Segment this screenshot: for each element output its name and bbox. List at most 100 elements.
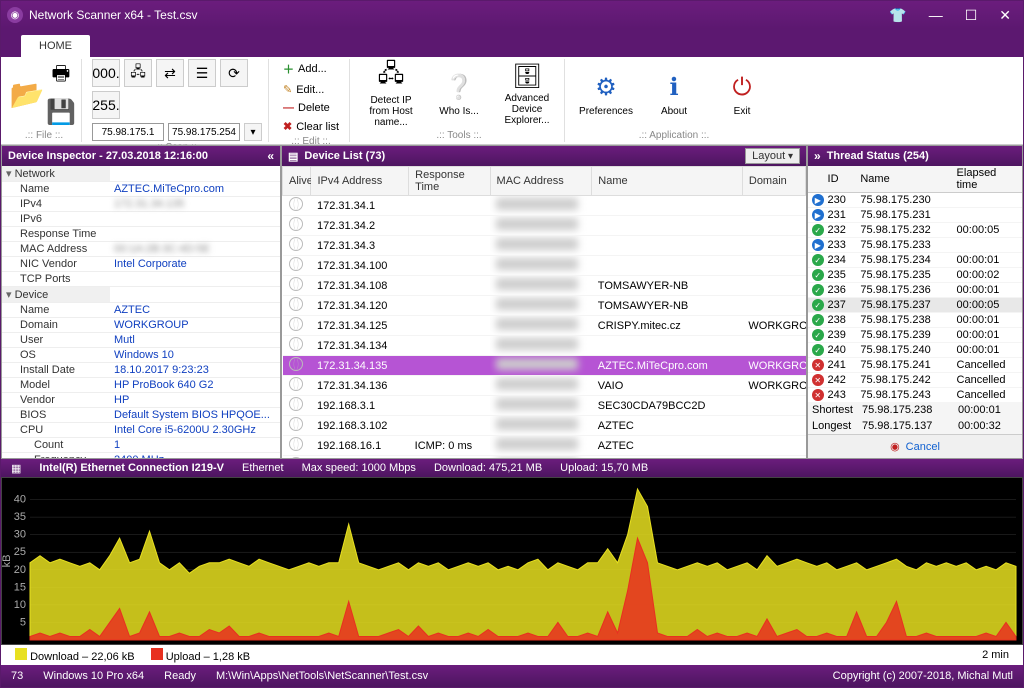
table-row[interactable]: 192.168.16.1ICMP: 0 msAZTEC: [283, 436, 806, 456]
exit-button[interactable]: ⏻Exit: [711, 62, 773, 126]
thread-row[interactable]: ✕24175.98.175.241Cancelled: [808, 358, 1022, 373]
detect-ip-button[interactable]: 🖧Detect IP from Host name...: [360, 62, 422, 126]
table-row[interactable]: 192.168.3.1SEC30CDA79BCC2D: [283, 396, 806, 416]
prop-category[interactable]: Network: [2, 166, 110, 181]
prop-row[interactable]: IPv4172.31.34.135: [2, 197, 280, 212]
scan-refresh-icon[interactable]: ⟳: [220, 59, 248, 87]
tab-home[interactable]: HOME: [21, 35, 90, 57]
thread-status-icon: ✓: [812, 254, 824, 266]
whois-button[interactable]: ❔Who Is...: [428, 62, 490, 126]
detect-ip-icon: 🖧: [375, 61, 407, 93]
shirt-icon[interactable]: 👕: [883, 5, 912, 26]
mac-blurred: [496, 438, 578, 450]
prop-row[interactable]: DomainWORKGROUP: [2, 318, 280, 333]
prop-row[interactable]: CPUIntel Core i5-6200U 2.30GHz: [2, 423, 280, 438]
prop-row[interactable]: NIC VendorIntel Corporate: [2, 257, 280, 272]
thread-row[interactable]: ✓23775.98.175.23700:00:05: [808, 298, 1022, 313]
delete-button[interactable]: —Delete: [279, 100, 343, 116]
pencil-icon: ✎: [283, 83, 292, 96]
prop-category[interactable]: Device: [2, 287, 110, 302]
prop-row[interactable]: Response Time: [2, 227, 280, 242]
close-button[interactable]: ✕: [993, 5, 1017, 26]
thread-row[interactable]: ✓23875.98.175.23800:00:01: [808, 313, 1022, 328]
minimize-button[interactable]: —: [923, 5, 949, 26]
table-row[interactable]: 172.31.34.2: [283, 216, 806, 236]
scan-list-icon[interactable]: ☰: [188, 59, 216, 87]
table-row[interactable]: 192.168.3.102AZTEC: [283, 416, 806, 436]
device-col[interactable]: MAC Address: [490, 167, 592, 196]
layout-button[interactable]: Layout ▾: [745, 148, 800, 164]
thread-status-icon: ▶: [812, 209, 824, 221]
collapse-inspector-button[interactable]: «: [267, 149, 274, 163]
prop-row[interactable]: Count1: [2, 438, 280, 453]
legend-upload: Upload – 1,28 kB: [166, 651, 250, 663]
save-button[interactable]: 💾: [47, 98, 75, 126]
table-row[interactable]: 172.31.34.125CRISPY.mitec.czWORKGRO: [283, 316, 806, 336]
edit-button[interactable]: ✎Edit...: [279, 81, 343, 98]
svg-text:20: 20: [14, 564, 26, 576]
open-file-button[interactable]: 📂: [13, 80, 41, 108]
collapse-threads-button[interactable]: »: [814, 149, 821, 163]
prop-row[interactable]: NameAZTEC.MiTeCpro.com: [2, 182, 280, 197]
table-row[interactable]: 172.31.34.100: [283, 256, 806, 276]
table-row[interactable]: 172.31.34.120TOMSAWYER-NB: [283, 296, 806, 316]
print-button[interactable]: 🖶: [47, 62, 75, 90]
device-col[interactable]: Name: [592, 167, 743, 196]
prop-row[interactable]: TCP Ports: [2, 272, 280, 287]
thread-row[interactable]: ✕24375.98.175.243Cancelled: [808, 388, 1022, 402]
thread-row[interactable]: ▶23075.98.175.230: [808, 193, 1022, 208]
maximize-button[interactable]: ☐: [959, 5, 984, 26]
scan-network-icon[interactable]: 🖧: [124, 59, 152, 87]
table-row[interactable]: 172.31.34.108TOMSAWYER-NB: [283, 276, 806, 296]
col-elapsed[interactable]: Elapsed time: [957, 167, 1018, 191]
add-button[interactable]: ＋Add...: [279, 59, 343, 79]
thread-row[interactable]: ✓23275.98.175.23200:00:05: [808, 223, 1022, 238]
globe-icon: [289, 417, 303, 431]
table-row[interactable]: 172.31.34.136VAIOWORKGRO: [283, 376, 806, 396]
ip-from-field[interactable]: [92, 123, 164, 141]
prop-row[interactable]: ModelHP ProBook 640 G2: [2, 378, 280, 393]
ip-to-field[interactable]: [168, 123, 240, 141]
prop-row[interactable]: OSWindows 10: [2, 348, 280, 363]
table-row[interactable]: 172.31.34.3: [283, 236, 806, 256]
device-col[interactable]: IPv4 Address: [311, 167, 409, 196]
preferences-button[interactable]: ⚙Preferences: [575, 62, 637, 126]
prop-row[interactable]: VendorHP: [2, 393, 280, 408]
thread-row[interactable]: ✓23975.98.175.23900:00:01: [808, 328, 1022, 343]
device-col[interactable]: Alive: [283, 167, 311, 196]
col-name[interactable]: Name: [860, 173, 952, 185]
about-button[interactable]: ℹAbout: [643, 62, 705, 126]
clear-list-button[interactable]: ✖Clear list: [279, 118, 343, 135]
ip-range-icon[interactable]: 000.: [92, 59, 120, 87]
table-row[interactable]: 192.168.20.247AZTEC.DEVELOPpro.com: [283, 456, 806, 459]
device-explorer-button[interactable]: 🗄Advanced Device Explorer...: [496, 62, 558, 126]
scan-devices-icon[interactable]: ⇄: [156, 59, 184, 87]
table-row[interactable]: 172.31.34.135AZTEC.MiTeCpro.comWORKGRO: [283, 356, 806, 376]
prop-row[interactable]: UserMutl: [2, 333, 280, 348]
ip-single-icon[interactable]: 255.: [92, 91, 120, 119]
table-row[interactable]: 172.31.34.134: [283, 336, 806, 356]
prop-row[interactable]: BIOSDefault System BIOS HPQOE...: [2, 408, 280, 423]
thread-row[interactable]: ✕24275.98.175.242Cancelled: [808, 373, 1022, 388]
thread-row[interactable]: ✓23675.98.175.23600:00:01: [808, 283, 1022, 298]
thread-row[interactable]: ✓23575.98.175.23500:00:02: [808, 268, 1022, 283]
thread-row[interactable]: ✓24075.98.175.24000:00:01: [808, 343, 1022, 358]
col-id[interactable]: ID: [828, 173, 857, 185]
thread-title: Thread Status (254): [827, 150, 929, 162]
prop-row[interactable]: MAC Address00:1A:2B:3C:4D:5E: [2, 242, 280, 257]
preferences-icon: ⚙: [590, 72, 622, 104]
device-col[interactable]: Response Time: [409, 167, 490, 196]
table-row[interactable]: 172.31.34.1: [283, 196, 806, 216]
prop-row[interactable]: NameAZTEC: [2, 303, 280, 318]
device-list-table[interactable]: AliveIPv4 AddressResponse TimeMAC Addres…: [282, 166, 806, 458]
prop-row[interactable]: IPv6: [2, 212, 280, 227]
thread-row[interactable]: ▶23175.98.175.231: [808, 208, 1022, 223]
device-col[interactable]: Domain: [742, 167, 805, 196]
thread-row[interactable]: ✓23475.98.175.23400:00:01: [808, 253, 1022, 268]
svg-text:10: 10: [14, 599, 26, 611]
prop-row[interactable]: Frequency2400 MHz: [2, 453, 280, 458]
prop-row[interactable]: Install Date18.10.2017 9:23:23: [2, 363, 280, 378]
thread-row[interactable]: ▶23375.98.175.233: [808, 238, 1022, 253]
cancel-button[interactable]: ◉Cancel: [808, 434, 1022, 458]
ip-add-button[interactable]: ▾: [244, 123, 262, 141]
